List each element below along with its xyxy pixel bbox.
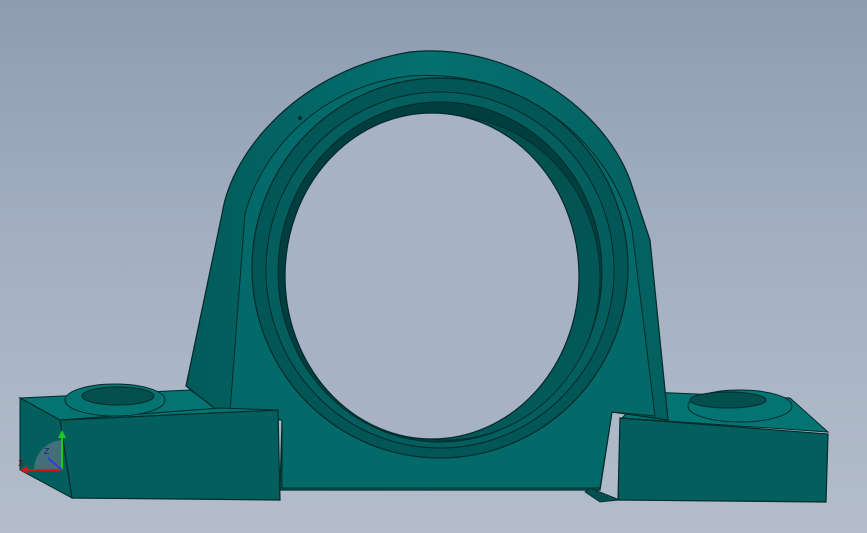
left-bolt-hole bbox=[81, 386, 155, 406]
grease-hole-icon bbox=[298, 116, 302, 120]
triad-z-label: Z bbox=[44, 447, 50, 456]
graphics-viewport[interactable]: Y X Z bbox=[0, 0, 867, 533]
triad-y-label: Y bbox=[63, 419, 69, 428]
right-foot-block bbox=[617, 417, 829, 503]
triad-x-label: X bbox=[18, 459, 24, 468]
right-foot-step bbox=[584, 487, 621, 503]
left-foot-block bbox=[59, 409, 281, 501]
bearing-housing-model[interactable]: Y X Z bbox=[0, 0, 867, 533]
bore-opening bbox=[284, 112, 580, 440]
right-bolt-hole bbox=[689, 391, 767, 409]
